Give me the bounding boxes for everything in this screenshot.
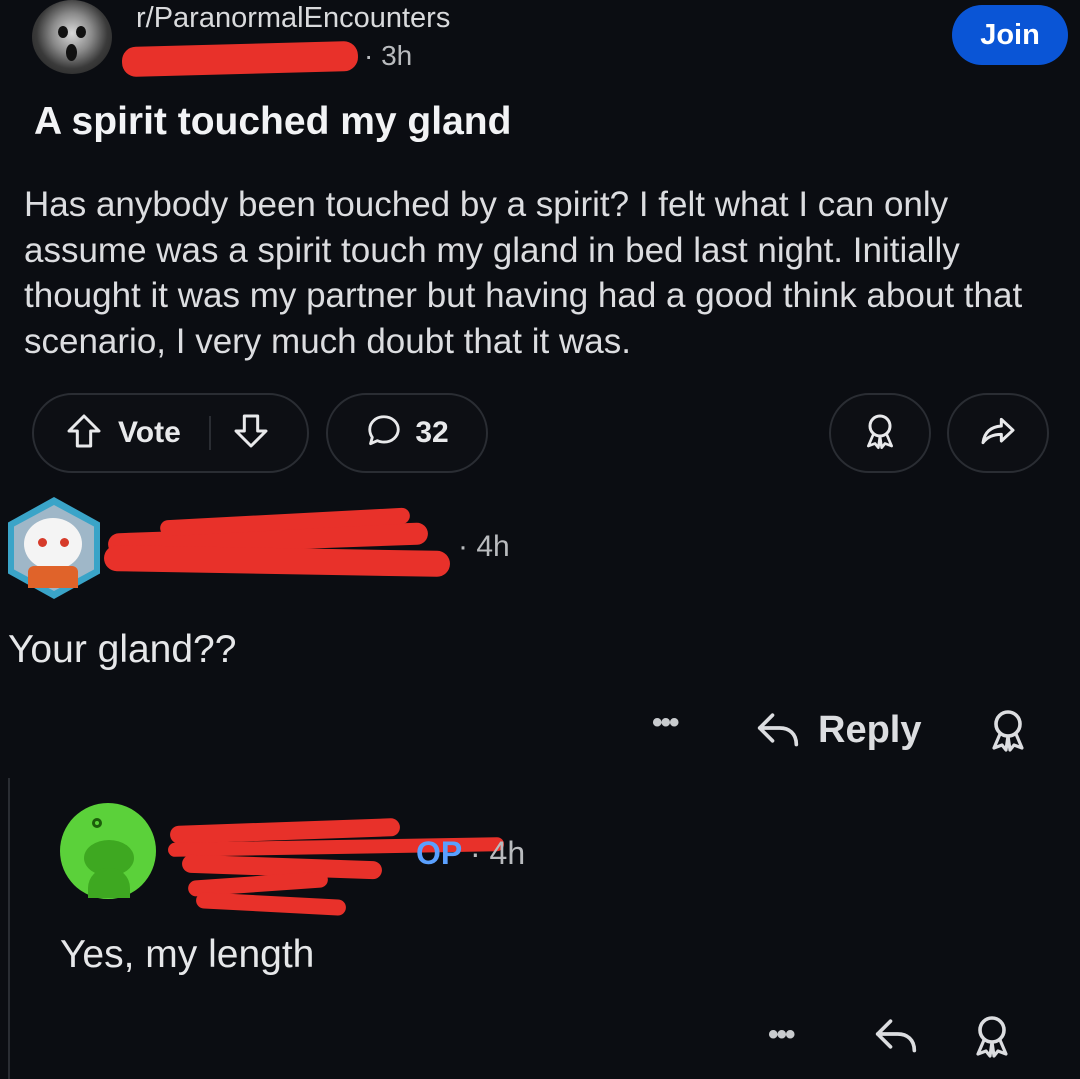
- comment-timestamp: · 4h: [470, 835, 526, 871]
- post-title: A spirit touched my gland: [34, 100, 512, 143]
- share-button[interactable]: [947, 393, 1049, 473]
- reply-button[interactable]: Reply: [754, 706, 921, 755]
- vote-control: Vote: [32, 393, 309, 473]
- subreddit-name[interactable]: r/ParanormalEncounters: [136, 2, 450, 35]
- avatar-body: [28, 566, 78, 588]
- post-body: Has anybody been touched by a spirit? I …: [24, 185, 1023, 361]
- redacted-username: [103, 544, 451, 578]
- reply-arrow-icon[interactable]: [872, 1012, 920, 1061]
- subreddit-avatar[interactable]: [32, 0, 112, 74]
- upvote-icon[interactable]: [64, 411, 104, 456]
- reply-arrow-icon: [754, 706, 802, 755]
- comment-text: Your gland??: [8, 628, 237, 671]
- award-button[interactable]: [829, 393, 931, 473]
- comments-button[interactable]: 32: [326, 393, 488, 473]
- join-button[interactable]: Join: [952, 5, 1068, 65]
- snoo-antenna: [92, 818, 102, 828]
- vote-divider: [208, 416, 211, 450]
- thread-line[interactable]: [8, 778, 10, 1079]
- comment-bubble-icon: [365, 412, 403, 455]
- reply-label: Reply: [818, 709, 922, 751]
- comment-count: 32: [415, 416, 449, 449]
- snoo-body: [88, 868, 130, 898]
- post-timestamp: · 3h: [364, 40, 413, 71]
- more-options-icon[interactable]: •••: [652, 706, 679, 740]
- award-icon[interactable]: [968, 1012, 1016, 1065]
- share-icon: [978, 411, 1018, 456]
- redacted-username: [195, 892, 347, 916]
- avatar-face: [24, 518, 82, 570]
- comment-text: Yes, my length: [60, 933, 315, 976]
- award-icon: [860, 411, 900, 456]
- vote-label: Vote: [118, 416, 181, 449]
- award-icon[interactable]: [984, 706, 1032, 759]
- downvote-icon[interactable]: [231, 411, 271, 456]
- comment-timestamp: · 4h: [458, 530, 510, 563]
- redacted-username: [121, 40, 359, 78]
- more-options-icon[interactable]: •••: [768, 1018, 795, 1052]
- op-tag: OP: [416, 835, 463, 871]
